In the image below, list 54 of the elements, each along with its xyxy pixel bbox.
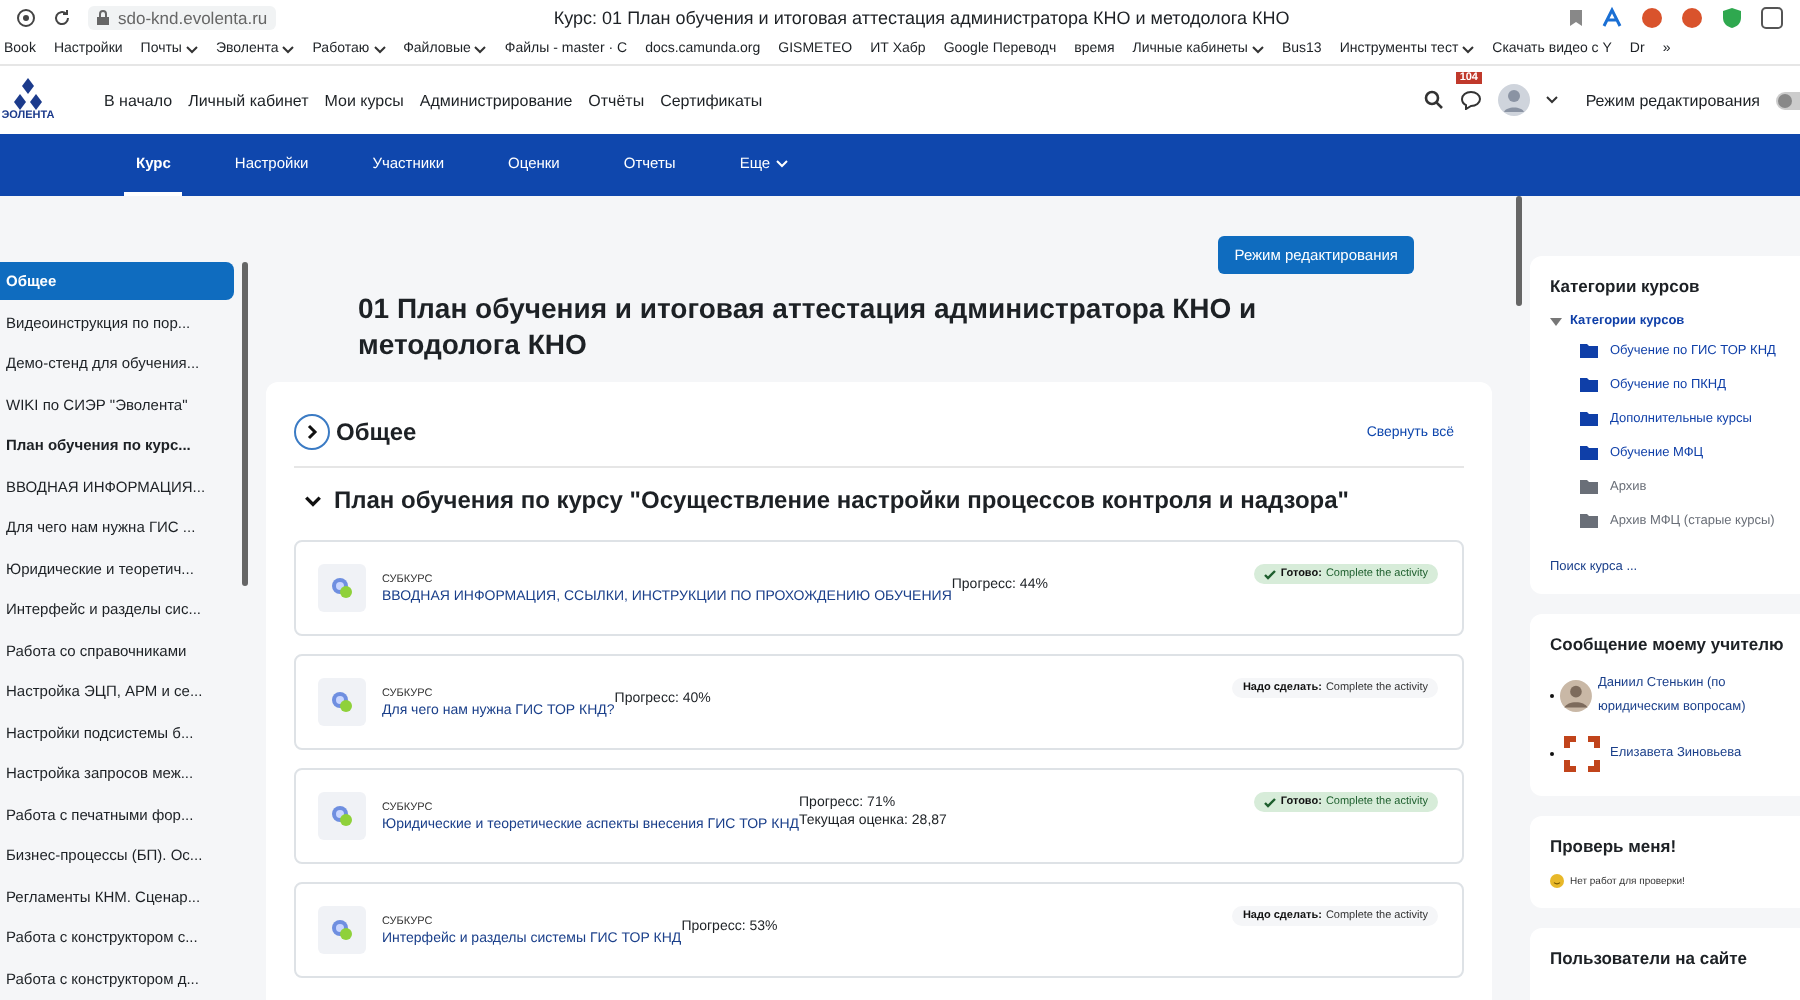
chevron-down-icon — [282, 45, 295, 53]
bookmark-icon[interactable] — [1568, 7, 1584, 27]
scrollbar-thumb[interactable] — [241, 262, 247, 586]
chevron-icon[interactable] — [304, 491, 322, 509]
shield-icon[interactable] — [1720, 5, 1744, 29]
subcourse-icon — [318, 564, 366, 612]
nav-link[interactable]: Сертификаты — [660, 91, 763, 109]
section-toggle-button[interactable] — [294, 414, 330, 450]
triangle-down-icon[interactable] — [1550, 315, 1562, 327]
check-icon — [1264, 797, 1277, 807]
chevron-down-icon — [474, 45, 487, 53]
menu-circle-icon[interactable] — [16, 7, 36, 27]
extension-icon[interactable] — [1640, 5, 1664, 29]
chevron-down-icon — [373, 45, 386, 53]
chevron-down-icon — [776, 159, 789, 167]
nav-link[interactable]: В начало — [104, 91, 173, 109]
nav-link[interactable]: Отчёты — [588, 91, 645, 109]
check-icon — [1264, 569, 1277, 579]
subcourse-icon — [318, 792, 366, 840]
block-title: Категории курсов — [1550, 276, 1702, 296]
scrollbar-thumb[interactable] — [1515, 196, 1521, 306]
chevron-icon — [304, 424, 320, 440]
subcourse-icon — [318, 906, 366, 954]
nav-link[interactable]: Мои курсы — [324, 91, 404, 109]
chevron-down-icon — [1462, 45, 1475, 53]
lock-icon — [96, 9, 110, 25]
extension-icon[interactable] — [1600, 5, 1624, 29]
section-title: Общее — [336, 418, 417, 446]
subcourse-icon — [318, 678, 366, 726]
address-bar[interactable]: sdo-knd.evolenta.ru — [88, 5, 276, 29]
url-text: sdo-knd.evolenta.ru — [118, 7, 268, 27]
user-avatar[interactable] — [1497, 84, 1530, 116]
smiley-icon — [1550, 874, 1564, 888]
page-title: Курс: 01 План обучения и итоговая аттестация администратора КНО и методолога КНО — [551, 7, 1292, 27]
nav-link[interactable]: Администрирование — [419, 91, 573, 109]
edit-mode-toggle[interactable] — [1776, 91, 1800, 109]
search-icon[interactable] — [1423, 90, 1444, 110]
nav-link[interactable]: Личный кабинет — [188, 91, 309, 109]
avatar-silhouette-icon[interactable] — [1560, 674, 1592, 718]
edit-mode-label: Режим редактирования — [1585, 91, 1760, 109]
block-title: Сообщение моему учителю — [1550, 634, 1786, 654]
course-title: 01 План обучения и итоговая аттестация администратора КНО и методолога КНО — [358, 290, 1259, 362]
extension-icon[interactable] — [1760, 5, 1784, 29]
reload-icon[interactable] — [52, 7, 72, 27]
chevron-down-icon — [1251, 45, 1264, 53]
block-title: Пользователи на сайте — [1550, 948, 1750, 968]
block-title: Проверь меня! — [1550, 836, 1679, 856]
subsection-title: План обучения по курсу "Осуществление настройки процессов контроля и надзора" — [334, 486, 1349, 514]
chevron-down-icon — [185, 45, 198, 53]
cross-logo-icon[interactable] — [1560, 732, 1604, 776]
extension-icon[interactable] — [1680, 5, 1704, 29]
logo-mark-icon — [14, 78, 42, 110]
chevron-down-icon[interactable] — [1545, 96, 1558, 104]
chat-bubble-icon[interactable] — [1459, 90, 1482, 110]
